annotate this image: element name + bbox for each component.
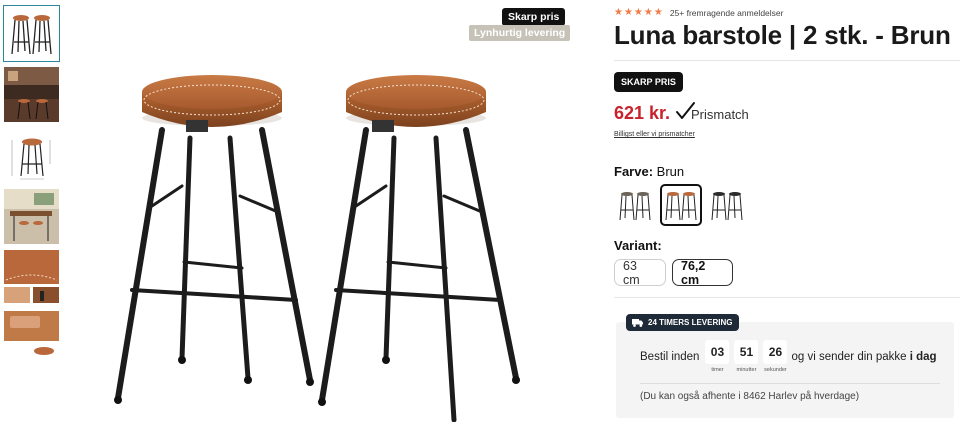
price-match-link[interactable]: Billigst eller vi prismatcher [614, 131, 695, 138]
variant-label: Variant: [614, 238, 662, 253]
thumb-seat-detail[interactable] [4, 250, 59, 305]
color-swatch-sort[interactable] [706, 184, 748, 226]
delivery-box: 24 TIMERS LEVERING Bestil inden 03 timer… [616, 314, 954, 418]
reviews-text: 25+ fremragende anmeldelser [669, 7, 784, 18]
delivery-tag: 24 TIMERS LEVERING [626, 314, 740, 331]
countdown-seconds-value: 26 [763, 340, 788, 364]
divider [614, 60, 960, 61]
order-suffix: og vi sender din pakke i dag [791, 351, 936, 363]
thumbnail-gallery [3, 5, 60, 365]
countdown-seconds-label: sekunder [764, 367, 787, 373]
color-label: Farve: Brun [614, 164, 684, 179]
stool-pair-icon [711, 192, 743, 221]
divider [640, 383, 940, 384]
pickup-note: (Du kan også afhente i 8462 Harlev på hv… [640, 391, 860, 402]
stool-pair-icon [665, 192, 697, 221]
product-title: Luna barstole | 2 stk. - Brun [614, 20, 951, 50]
countdown-seconds: 26 sekunder [763, 340, 788, 373]
countdown-minutes-value: 51 [734, 340, 759, 364]
order-prefix: Bestil inden [640, 350, 700, 363]
countdown-hours-value: 03 [705, 340, 730, 364]
stool-left [114, 75, 314, 404]
order-deadline: Bestil inden 03 timer 51 minutter 26 sek… [640, 340, 937, 373]
thumb-material-detail[interactable] [4, 311, 59, 359]
thumb-dining-scene[interactable] [4, 189, 59, 244]
order-suffix-bold: i dag [909, 350, 937, 363]
rating-stars-icon: ★★★★★ [614, 7, 664, 18]
badge-fast-delivery: Lynhurtig levering [469, 25, 571, 41]
stool-right [318, 75, 520, 422]
divider [614, 297, 960, 298]
color-swatch-brun[interactable] [660, 184, 702, 226]
thumb-dimensions[interactable] [4, 128, 59, 183]
countdown-minutes-label: minutter [736, 367, 757, 373]
stool-pair-icon [619, 192, 651, 221]
product-panel: ★★★★★ 25+ fremragende anmeldelser Luna b… [614, 0, 960, 422]
order-suffix-text: og vi sender din pakke [791, 350, 907, 363]
main-product-image [70, 0, 570, 422]
variant-option-63cm[interactable]: 63 cm [614, 259, 666, 287]
variant-option-76cm[interactable]: 76,2 cm [672, 259, 733, 287]
variant-options: 63 cm 76,2 cm [614, 259, 733, 287]
price-badge: SKARP PRIS [614, 72, 683, 92]
reviews-summary[interactable]: ★★★★★ 25+ fremragende anmeldelser [614, 7, 783, 18]
badge-skarp-pris: Skarp pris [502, 8, 566, 26]
delivery-tag-label: 24 TIMERS LEVERING [648, 318, 733, 327]
color-value: Brun [656, 164, 685, 179]
price-match-label: Prismatch [691, 107, 749, 122]
truck-icon [632, 318, 643, 327]
product-price: 621 kr. [614, 103, 671, 123]
countdown-minutes: 51 minutter [734, 340, 759, 373]
color-label-title: Farve: [614, 164, 654, 179]
color-swatch-gra[interactable] [614, 184, 656, 226]
countdown-hours-label: timer [711, 367, 724, 373]
color-swatches [614, 184, 748, 226]
thumb-room-scene[interactable] [4, 67, 59, 122]
countdown-timer: 03 timer 51 minutter 26 sekunder [705, 340, 788, 373]
thumb-product-front[interactable] [3, 5, 60, 62]
countdown-hours: 03 timer [705, 340, 730, 373]
